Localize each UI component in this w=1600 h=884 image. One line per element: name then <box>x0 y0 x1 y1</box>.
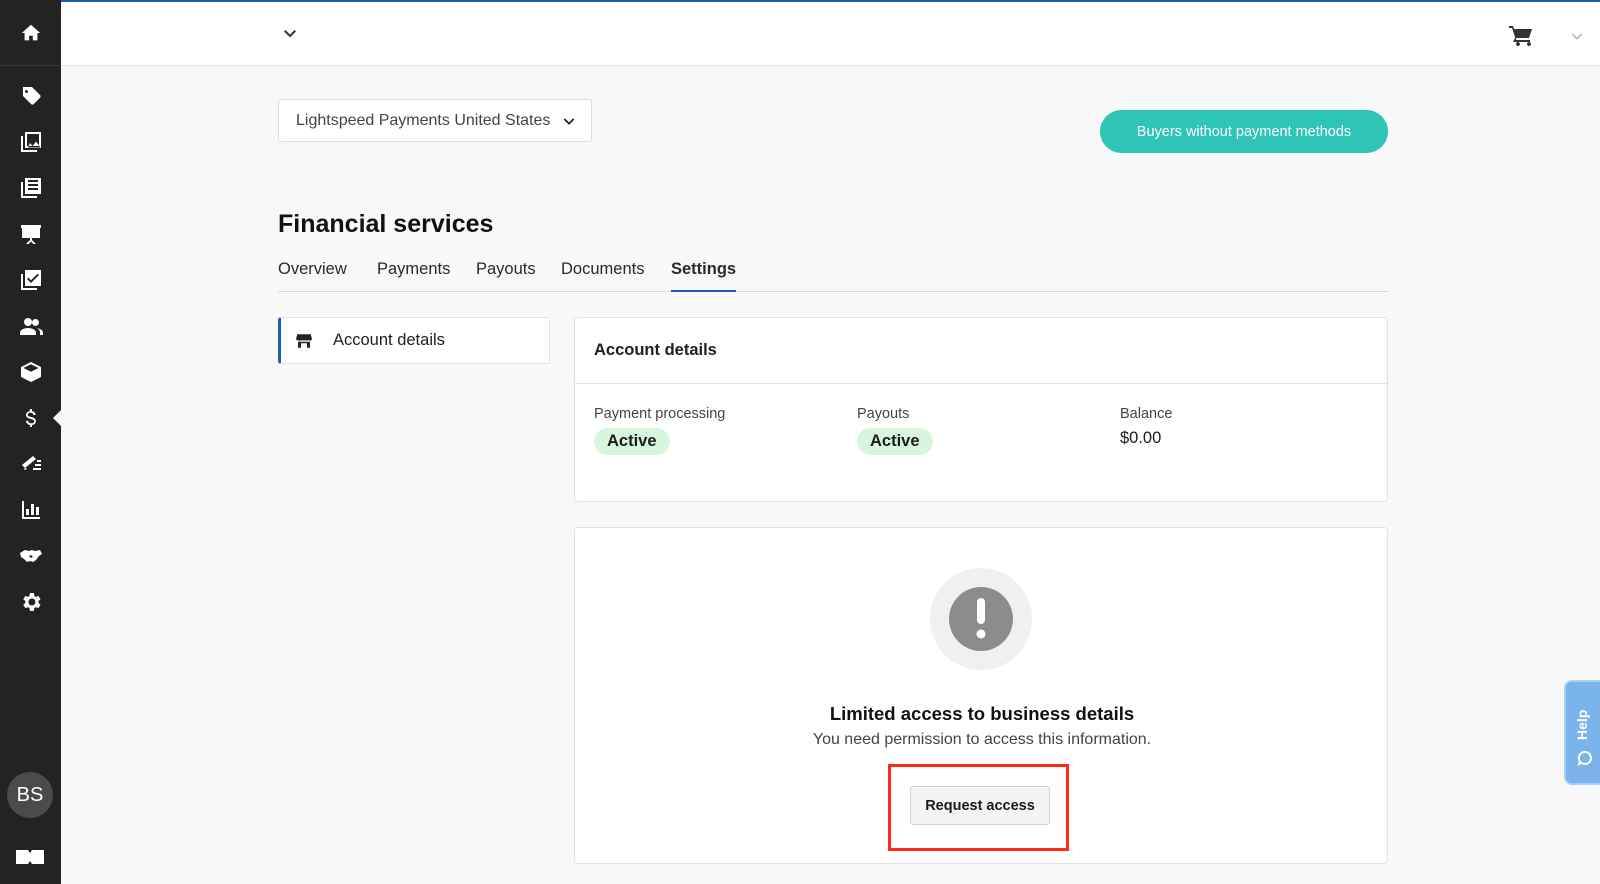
location-select[interactable]: Lightspeed Payments United States <box>278 99 592 142</box>
payment-processing-stat: Payment processing Active <box>594 406 725 455</box>
reports-icon <box>21 501 40 519</box>
store-icon <box>296 333 312 348</box>
handshake-icon <box>19 550 42 562</box>
balance-label: Balance <box>1120 406 1173 422</box>
location-select-value: Lightspeed Payments United States <box>296 111 551 129</box>
sidebar-item-orders[interactable] <box>0 260 61 300</box>
chat-bubble-icon <box>1577 750 1592 766</box>
sidebar-item-inventory[interactable] <box>0 352 61 392</box>
tab-bar: Overview Payments Payouts Documents Sett… <box>278 256 1388 292</box>
tab-payments[interactable]: Payments <box>377 260 450 292</box>
account-details-card: Account details Payment processing Activ… <box>574 317 1388 502</box>
cart-icon[interactable] <box>1508 24 1534 48</box>
status-badge: Active <box>594 428 670 455</box>
top-bar <box>61 0 1600 66</box>
sidebar-item-catalog[interactable] <box>0 168 61 208</box>
chevron-down-icon[interactable] <box>281 24 299 42</box>
customers-icon <box>19 318 43 335</box>
home-button[interactable] <box>0 0 61 66</box>
page-title: Financial services <box>278 210 494 238</box>
help-tab[interactable]: Help <box>1564 680 1600 785</box>
status-badge: Active <box>857 428 933 455</box>
help-label: Help <box>1574 709 1590 740</box>
limited-access-title: Limited access to business details <box>829 703 1135 724</box>
sidebar-item-customers[interactable] <box>0 306 61 346</box>
tag-icon <box>22 87 41 105</box>
avatar[interactable]: BS <box>7 772 53 818</box>
chevron-down-icon <box>563 118 575 125</box>
alert-icon-container <box>930 568 1032 670</box>
home-icon <box>21 24 40 40</box>
checklist-icon <box>20 270 41 290</box>
tab-payouts[interactable]: Payouts <box>476 260 536 292</box>
tab-overview[interactable]: Overview <box>278 260 347 292</box>
sidebar-item-partners[interactable] <box>0 536 61 576</box>
side-nav-label: Account details <box>333 331 445 349</box>
sidebar: BS <box>0 0 61 884</box>
sidebar-item-presentations[interactable] <box>0 214 61 254</box>
exclamation-icon <box>949 587 1013 651</box>
presentation-icon <box>20 225 41 244</box>
sidebar-item-invoices[interactable] <box>0 444 61 484</box>
payment-processing-label: Payment processing <box>594 406 726 422</box>
limited-access-card: Limited access to business details You n… <box>574 527 1388 864</box>
chevron-down-icon[interactable] <box>1569 28 1585 44</box>
gear-icon <box>22 593 40 611</box>
dollar-icon <box>25 409 36 427</box>
payouts-stat: Payouts Active <box>857 406 933 455</box>
sidebar-item-media[interactable] <box>0 122 61 162</box>
sidebar-item-reports[interactable] <box>0 490 61 530</box>
sidebar-item-settings[interactable] <box>0 582 61 622</box>
payouts-label: Payouts <box>857 406 910 422</box>
sidebar-item-financial-services[interactable] <box>0 398 61 438</box>
box-icon <box>20 362 41 382</box>
side-nav-account-details[interactable]: Account details <box>278 317 550 364</box>
request-access-button[interactable]: Request access <box>910 786 1050 825</box>
tab-documents[interactable]: Documents <box>561 260 644 292</box>
gallery-icon <box>20 132 41 152</box>
balance-stat: Balance $0.00 <box>1120 406 1172 448</box>
brand-logo-icon <box>16 850 44 864</box>
account-details-title: Account details <box>575 318 1387 384</box>
catalog-icon <box>20 178 41 198</box>
buyers-without-payment-methods-button[interactable]: Buyers without payment methods <box>1100 110 1388 153</box>
tab-settings[interactable]: Settings <box>671 260 737 292</box>
sidebar-item-products[interactable] <box>0 76 61 116</box>
invoice-icon <box>21 456 41 470</box>
balance-value: $0.00 <box>1120 429 1162 447</box>
limited-access-description: You need permission to access this infor… <box>812 731 1152 748</box>
